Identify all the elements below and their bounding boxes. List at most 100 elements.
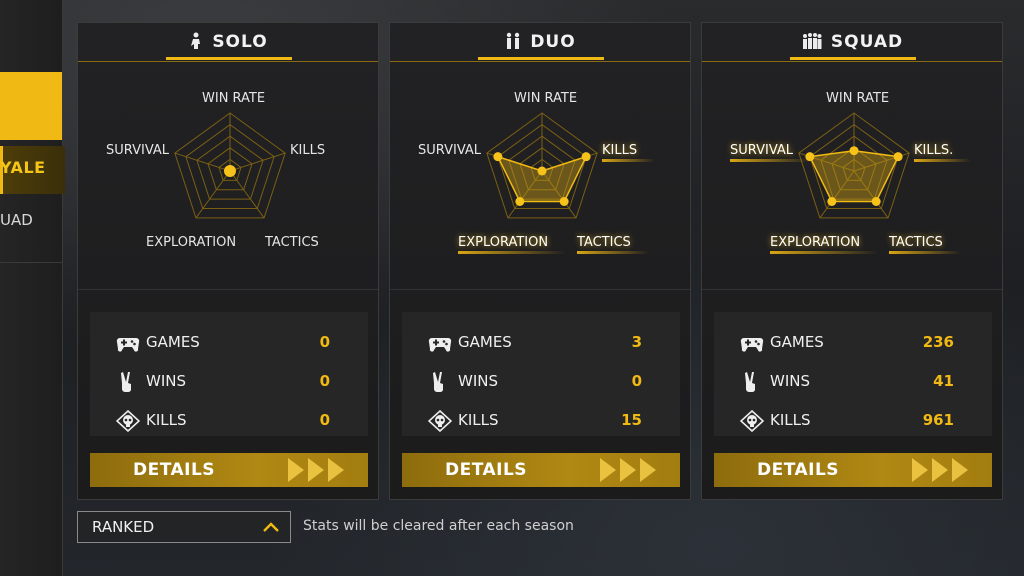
details-label: DETAILS xyxy=(756,460,840,480)
stat-value: 236 xyxy=(922,333,954,351)
stat-label: WINS xyxy=(146,372,186,390)
chevron-right-icon xyxy=(932,458,948,482)
stat-games: GAMES 0 xyxy=(90,328,368,358)
solo-card: SOLO WIN RATE SURVIVAL KILLS EXPLORATION… xyxy=(77,22,379,500)
stat-value: 41 xyxy=(933,372,954,390)
stat-kills: KILLS 15 xyxy=(402,406,680,436)
chevron-right-icon xyxy=(952,458,968,482)
chevron-right-icon xyxy=(620,458,636,482)
stats-panel: GAMES 3 WINS 0 KILLS 15 xyxy=(402,312,680,436)
radar-point-survival xyxy=(493,152,503,162)
radar-point-kills xyxy=(893,152,903,162)
radar-label-exploration: EXPLORATION xyxy=(146,235,237,250)
duo-players-icon xyxy=(507,32,520,49)
radar-label-win-rate: WIN RATE xyxy=(202,91,266,106)
radar-point-tactics xyxy=(871,196,881,206)
radar-point-win_rate xyxy=(537,166,547,176)
season-type-dropdown[interactable]: RANKED xyxy=(77,511,291,543)
stat-kills: KILLS 961 xyxy=(714,406,992,436)
title-underline xyxy=(790,57,916,60)
stat-label: GAMES xyxy=(146,333,200,351)
details-label: DETAILS xyxy=(132,460,216,480)
stat-label: GAMES xyxy=(458,333,512,351)
radar-chart: WIN RATE SURVIVAL KILLS. EXPLORATION TAC… xyxy=(702,81,1002,281)
season-note: Stats will be cleared after each season xyxy=(303,518,574,534)
duo-card: DUO WIN RATE SURVIVAL KILLS EXPLORATION … xyxy=(389,22,691,500)
sidebar-item-label: YALE xyxy=(0,158,46,177)
radar-label-kills: KILLS. xyxy=(914,143,972,162)
radar-label-tactics: TACTICS xyxy=(265,235,319,250)
gamepad-icon xyxy=(116,337,140,352)
stat-games: GAMES 3 xyxy=(402,328,680,358)
chevron-right-icon xyxy=(308,458,324,482)
stat-value: 0 xyxy=(319,372,330,390)
mode-title: DUO xyxy=(530,32,576,52)
victory-hand-icon xyxy=(433,372,443,393)
radar-point-exploration xyxy=(515,196,525,206)
stat-value: 15 xyxy=(621,411,642,429)
stat-wins: WINS 41 xyxy=(714,367,992,397)
stat-label: KILLS xyxy=(458,411,499,429)
radar-label-survival: SURVIVAL xyxy=(730,143,812,162)
details-button[interactable]: DETAILS xyxy=(402,453,680,487)
stat-games: GAMES 236 xyxy=(714,328,992,358)
divider xyxy=(78,289,378,290)
radar-area xyxy=(808,149,900,203)
radar-label-tactics: TACTICS xyxy=(889,235,961,254)
stat-wins: WINS 0 xyxy=(90,367,368,397)
radar-label-tactics: TACTICS xyxy=(577,235,649,254)
radar-label-exploration: EXPLORATION xyxy=(770,235,879,254)
radar-label-kills: KILLS xyxy=(290,143,326,158)
divider xyxy=(390,289,690,290)
sidebar-item-squad[interactable]: UAD xyxy=(0,211,33,229)
divider xyxy=(702,289,1002,290)
chevron-right-icon xyxy=(328,458,344,482)
radar-label-win-rate: WIN RATE xyxy=(826,91,890,106)
stats-panel: GAMES 0 WINS 0 KILLS 0 xyxy=(90,312,368,436)
radar-label-kills: KILLS xyxy=(602,143,656,162)
card-header: DUO xyxy=(390,23,690,62)
radar-grid xyxy=(174,112,286,219)
mode-title: SQUAD xyxy=(830,32,904,52)
card-header: SOLO xyxy=(78,23,378,62)
stat-kills: KILLS 0 xyxy=(90,406,368,436)
stat-label: WINS xyxy=(458,372,498,390)
chevron-right-icon xyxy=(912,458,928,482)
title-underline xyxy=(478,57,604,60)
squad-players-icon xyxy=(802,33,822,49)
radar-point-center xyxy=(224,165,236,177)
dropdown-value: RANKED xyxy=(92,518,155,536)
solo-player-icon xyxy=(191,32,201,49)
mode-title: SOLO xyxy=(212,32,268,52)
sidebar-item-selected[interactable] xyxy=(0,72,62,175)
sidebar-item-battle-royale[interactable]: YALE xyxy=(0,146,65,194)
stat-label: GAMES xyxy=(770,333,824,351)
victory-hand-icon xyxy=(121,372,131,393)
title-underline xyxy=(166,57,292,60)
details-label: DETAILS xyxy=(444,460,528,480)
details-button[interactable]: DETAILS xyxy=(90,453,368,487)
radar-point-tactics xyxy=(559,196,569,206)
chevron-right-icon xyxy=(640,458,656,482)
stat-value: 0 xyxy=(319,333,330,351)
radar-label-kills-text: KILLS xyxy=(914,143,950,158)
radar-point-kills xyxy=(581,152,591,162)
stat-value: 0 xyxy=(631,372,642,390)
chevron-right-icon xyxy=(288,458,304,482)
radar-label-win-rate: WIN RATE xyxy=(514,91,578,106)
details-button[interactable]: DETAILS xyxy=(714,453,992,487)
mode-sidebar: YALE UAD xyxy=(0,0,65,576)
radar-label-exploration: EXPLORATION xyxy=(458,235,567,254)
chevron-right-icon xyxy=(600,458,616,482)
stat-label: KILLS xyxy=(770,411,811,429)
radar-label-survival: SURVIVAL xyxy=(106,143,170,158)
stat-label: WINS xyxy=(770,372,810,390)
sidebar-divider xyxy=(0,262,62,263)
stats-panel: GAMES 236 WINS 41 KILLS 961 xyxy=(714,312,992,436)
gamepad-icon xyxy=(428,337,452,352)
victory-hand-icon xyxy=(745,372,755,393)
radar-chart: WIN RATE SURVIVAL KILLS EXPLORATION TACT… xyxy=(78,81,378,281)
stat-value: 3 xyxy=(631,333,642,351)
radar-point-win_rate xyxy=(849,146,859,156)
stat-value: 0 xyxy=(319,411,330,429)
